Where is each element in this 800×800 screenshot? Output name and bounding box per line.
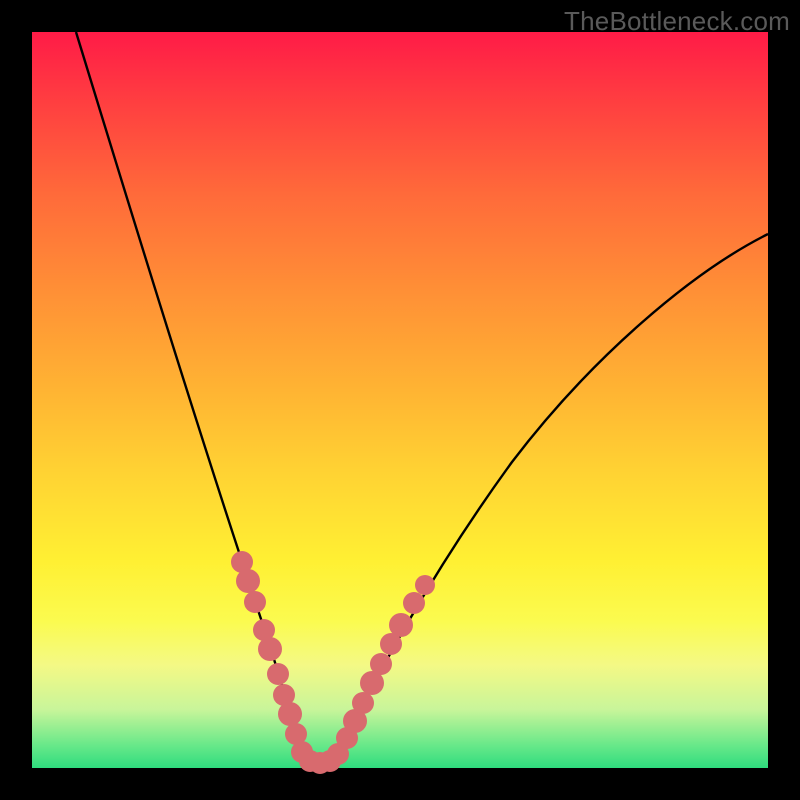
- marker-dot: [415, 575, 435, 595]
- marker-group: [231, 551, 435, 774]
- curve-group: [76, 32, 768, 767]
- marker-dot: [403, 592, 425, 614]
- marker-dot: [267, 663, 289, 685]
- marker-dot: [236, 569, 260, 593]
- marker-dot: [244, 591, 266, 613]
- marker-dot: [258, 637, 282, 661]
- marker-dot: [278, 702, 302, 726]
- chart-svg: [32, 32, 768, 768]
- marker-dot: [389, 613, 413, 637]
- marker-dot: [370, 653, 392, 675]
- marker-dot: [352, 692, 374, 714]
- bottleneck-curve: [76, 32, 768, 767]
- plot-area: [32, 32, 768, 768]
- chart-frame: TheBottleneck.com: [0, 0, 800, 800]
